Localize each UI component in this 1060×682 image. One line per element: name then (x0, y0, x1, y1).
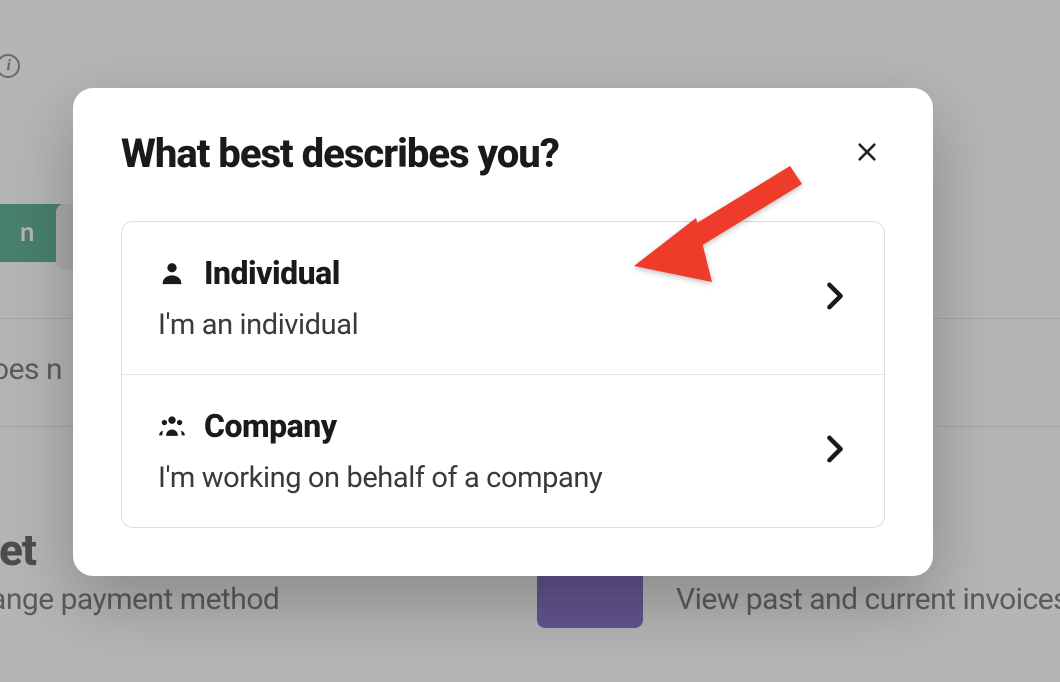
chevron-right-icon (826, 282, 844, 314)
option-description: I'm an individual (158, 308, 358, 342)
close-button[interactable] (849, 136, 885, 172)
chevron-right-icon (826, 435, 844, 467)
option-title-row: Company (158, 407, 602, 445)
option-title-row: Individual (158, 254, 358, 292)
close-icon (856, 141, 878, 166)
option-content: Company I'm working on behalf of a compa… (158, 407, 602, 495)
option-title: Company (204, 407, 337, 445)
option-company[interactable]: Company I'm working on behalf of a compa… (122, 374, 884, 527)
people-group-icon (158, 412, 186, 440)
modal-title: What best describes you? (121, 130, 559, 177)
option-individual[interactable]: Individual I'm an individual (122, 222, 884, 374)
account-type-modal: What best describes you? (73, 88, 933, 576)
option-list: Individual I'm an individual (121, 221, 885, 528)
modal-header: What best describes you? (121, 130, 885, 177)
option-content: Individual I'm an individual (158, 254, 358, 342)
option-description: I'm working on behalf of a company (158, 461, 602, 495)
option-title: Individual (204, 254, 340, 292)
person-icon (158, 259, 186, 287)
